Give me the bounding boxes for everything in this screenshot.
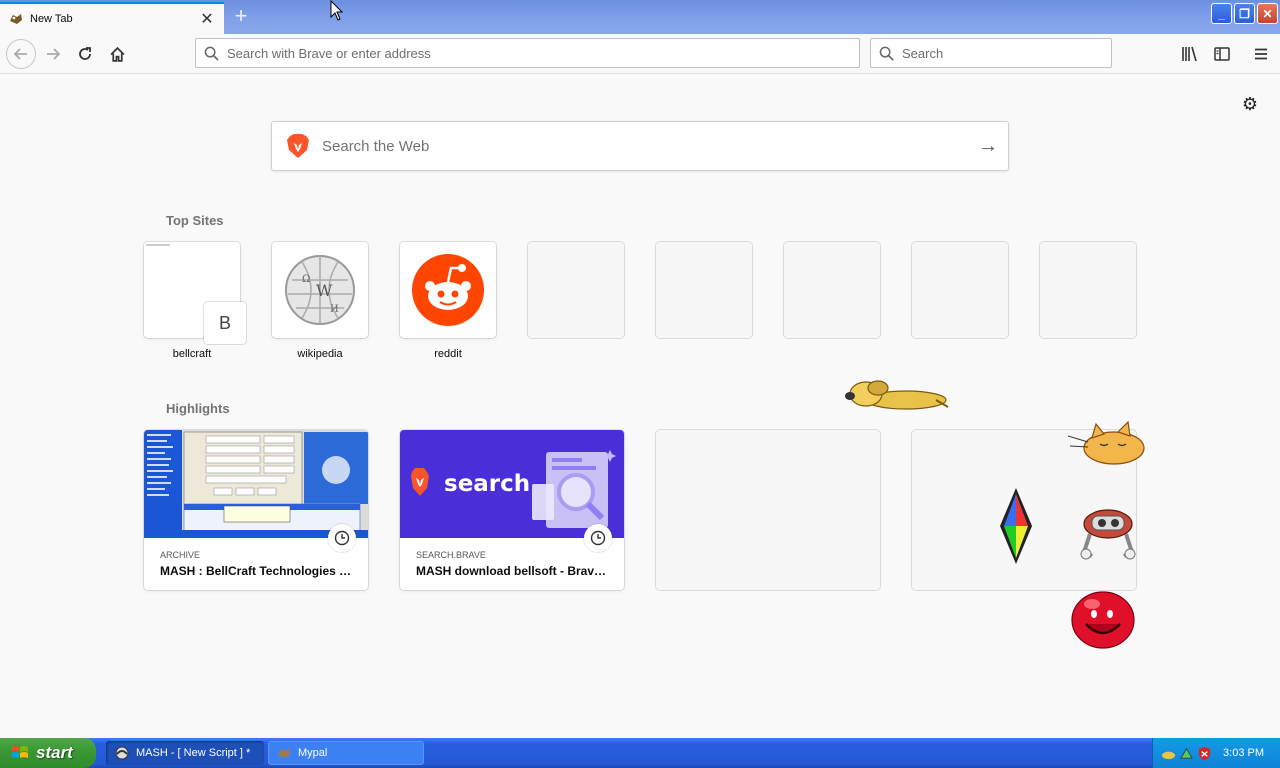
taskbar-item-mypal[interactable]: Mypal <box>268 741 424 765</box>
top-site-empty-slot[interactable] <box>528 242 624 338</box>
highlight-title: MASH download bellsoft - Brave... <box>416 564 610 578</box>
forward-button[interactable] <box>40 41 66 67</box>
web-search-box[interactable]: Search the Web → <box>271 121 1009 171</box>
tab-close-icon[interactable]: ✕ <box>198 9 216 29</box>
taskbar-item-label: Mypal <box>298 747 328 759</box>
search-icon <box>204 46 219 61</box>
highlight-source: ARCHIVE <box>160 550 201 560</box>
windows-flag-icon <box>12 746 28 758</box>
top-site-label: reddit <box>434 348 462 360</box>
navigation-toolbar: Search with Brave or enter address Searc… <box>0 34 1280 74</box>
search-icon <box>879 46 894 61</box>
top-site-empty-slot[interactable] <box>784 242 880 338</box>
top-site-empty-slot[interactable] <box>912 242 1008 338</box>
page-screenshot-thumbnail <box>144 430 368 538</box>
highlight-card-archive[interactable]: ARCHIVE MASH : BellCraft Technologies : … <box>144 430 368 590</box>
back-button[interactable] <box>6 39 36 69</box>
page-preview <box>146 244 170 246</box>
top-sites-heading: Top Sites <box>166 213 224 228</box>
url-bar[interactable]: Search with Brave or enter address <box>195 38 860 68</box>
network-tray-icon[interactable] <box>1179 746 1194 761</box>
mypal-favicon-icon <box>10 14 22 24</box>
system-tray: 3:03 PM <box>1152 738 1280 768</box>
arrow-left-icon <box>13 48 27 60</box>
dog-agent-tray-icon[interactable] <box>1161 746 1176 761</box>
mash-app-icon <box>115 746 129 760</box>
close-window-button[interactable]: ✕ <box>1257 3 1278 24</box>
library-icon <box>1182 46 1197 62</box>
taskbar: start MASH - [ New Script ] * Mypal 3:03… <box>0 738 1280 768</box>
restore-button[interactable]: ❐ <box>1234 3 1255 24</box>
title-bar: New Tab ✕ + _ ❐ ✕ <box>0 0 1280 34</box>
top-site-label: bellcraft <box>172 348 212 360</box>
customize-gear-icon[interactable]: ⚙ <box>1240 94 1260 114</box>
security-shield-tray-icon[interactable] <box>1197 746 1212 761</box>
svg-text:Ω: Ω <box>302 274 310 285</box>
highlight-empty-slot[interactable] <box>656 430 880 590</box>
home-button[interactable] <box>104 41 130 67</box>
reddit-alien-icon <box>412 254 484 326</box>
minimize-button[interactable]: _ <box>1211 3 1232 24</box>
top-site-empty-slot[interactable] <box>1040 242 1136 338</box>
reload-button[interactable] <box>72 41 98 67</box>
top-site-tile-bellcraft[interactable]: B <box>144 242 246 344</box>
menu-button[interactable] <box>1248 41 1274 67</box>
svg-text:W: W <box>316 281 333 300</box>
tab-title: New Tab <box>30 13 73 25</box>
library-button[interactable] <box>1177 41 1203 67</box>
new-tab-button[interactable]: + <box>229 5 253 29</box>
reload-icon <box>79 47 91 60</box>
svg-text:И: И <box>330 304 339 315</box>
mouse-cursor-icon <box>330 0 344 21</box>
arrow-right-icon <box>47 48 61 60</box>
site-letter-icon: B <box>204 302 246 344</box>
sleeping-cat-agent-icon <box>1068 420 1145 465</box>
tab-new-tab[interactable]: New Tab ✕ <box>0 2 224 34</box>
system-clock[interactable]: 3:03 PM <box>1223 747 1264 759</box>
sidebar-icon <box>1214 47 1230 61</box>
brave-lion-icon <box>287 134 309 158</box>
brave-search-thumbnail: search <box>400 430 624 538</box>
top-site-tile-reddit[interactable] <box>400 242 496 338</box>
wikipedia-globe-icon: W Ω И <box>285 255 355 325</box>
sidebar-button[interactable] <box>1209 41 1235 67</box>
top-site-tile-wikipedia[interactable]: W Ω И <box>272 242 368 338</box>
start-label: start <box>36 743 73 762</box>
start-button[interactable]: start <box>0 738 96 768</box>
highlight-title: MASH : BellCraft Technologies : ... <box>160 564 354 578</box>
web-search-placeholder: Search the Web <box>322 137 430 155</box>
highlight-card-brave-search[interactable]: search SEARCH.BRAVE MASH download bellso… <box>400 430 624 590</box>
search-bar[interactable]: Search <box>870 38 1112 68</box>
sleeping-dog-agent-icon <box>845 380 949 410</box>
red-ball-agent-icon <box>1071 591 1135 649</box>
clock-icon <box>584 524 612 552</box>
robot-agent-icon <box>1080 509 1136 560</box>
search-bar-placeholder: Search <box>902 45 944 61</box>
url-bar-placeholder: Search with Brave or enter address <box>227 45 431 61</box>
top-site-empty-slot[interactable] <box>656 242 752 338</box>
home-icon <box>110 46 124 62</box>
hamburger-menu-icon <box>1255 48 1267 60</box>
mypal-app-icon <box>278 748 290 758</box>
clock-icon <box>328 524 356 552</box>
search-wordmark: search <box>444 471 530 497</box>
submit-arrow-icon[interactable]: → <box>968 135 1008 158</box>
taskbar-item-label: MASH - [ New Script ] * <box>136 747 251 759</box>
diamond-agent-icon <box>1000 488 1032 564</box>
top-site-label: wikipedia <box>297 348 343 360</box>
taskbar-item-mash[interactable]: MASH - [ New Script ] * <box>106 741 264 765</box>
highlight-source: SEARCH.BRAVE <box>416 550 486 560</box>
window-controls: _ ❐ ✕ <box>1211 3 1278 24</box>
highlights-heading: Highlights <box>166 401 230 416</box>
